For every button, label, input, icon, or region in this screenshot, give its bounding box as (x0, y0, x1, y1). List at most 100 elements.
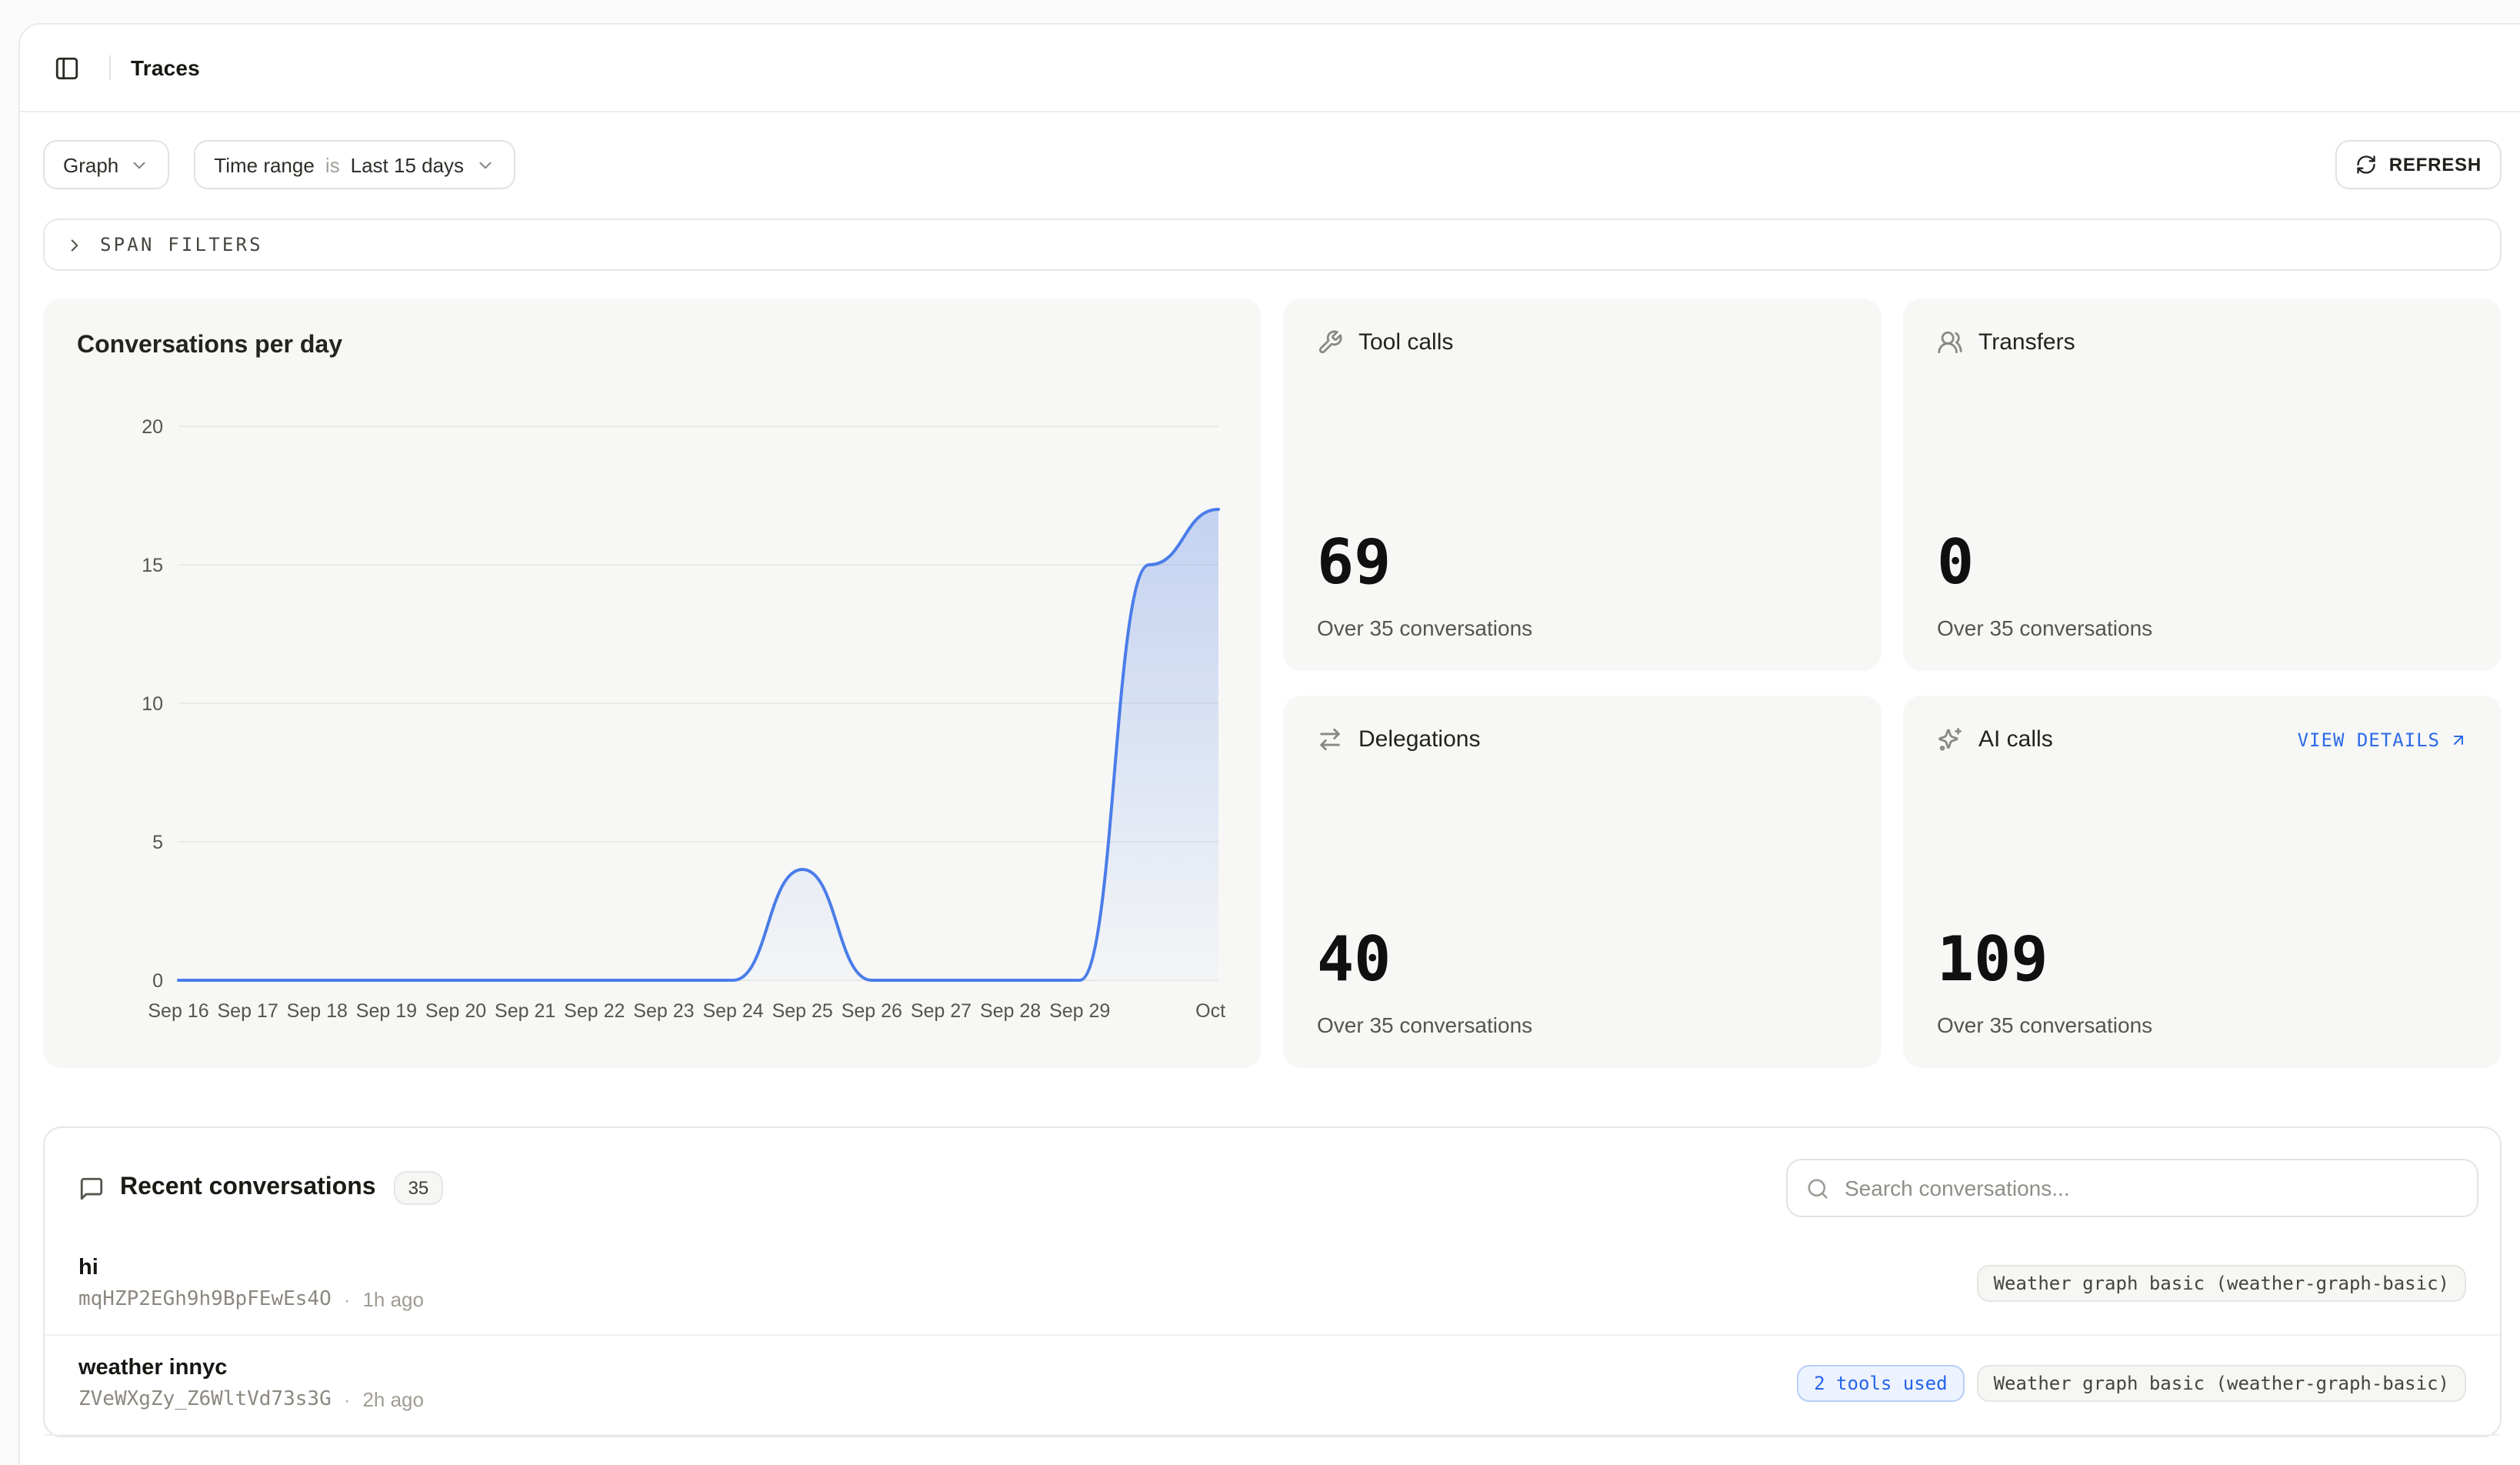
conversation-time: 2h ago (362, 1388, 424, 1411)
view-details-label: VIEW DETAILS (2298, 729, 2440, 750)
svg-text:Sep 29: Sep 29 (1049, 1000, 1110, 1022)
search-input[interactable] (1842, 1174, 2458, 1202)
conversation-id: mqHZP2EGh9h9BpFEwEs4O (78, 1288, 332, 1311)
header-divider (109, 55, 111, 80)
content-card: Traces Graph Time range is Last 15 days (18, 23, 2520, 1465)
conversations-chart: 0 5 10 15 20 Sep 16 Sep 17 Sep 18 Sep 19 Sep 20 S… (77, 372, 1228, 1034)
stat-card-value: 40 (1317, 929, 1848, 991)
time-range-operator: is (325, 153, 340, 176)
svg-text:Sep 16: Sep 16 (148, 1000, 208, 1022)
svg-text:Oct 1: Oct 1 (1195, 1000, 1228, 1022)
refresh-button-label: REFRESH (2389, 154, 2482, 175)
conversation-id: ZVeWXgZy_Z6WltVd73s3G (78, 1388, 332, 1411)
users-icon (1937, 329, 1963, 355)
svg-text:15: 15 (142, 555, 163, 576)
conversation-count-badge: 35 (395, 1171, 443, 1205)
stat-card-delegations: Delegations 40 Over 35 conversations (1283, 696, 1882, 1068)
wrench-icon (1317, 329, 1343, 355)
view-details-link[interactable]: VIEW DETAILS (2298, 729, 2468, 750)
conversation-row[interactable]: hi mqHZP2EGh9h9BpFEwEs4O · 1h ago Weathe… (45, 1236, 2500, 1336)
dashboard-grid: Conversations per day 0 5 10 15 20 Sep 16 Sep… (43, 299, 2502, 1068)
svg-text:Sep 20: Sep 20 (425, 1000, 486, 1022)
stat-card-value: 0 (1937, 532, 2468, 594)
message-square-icon (78, 1175, 105, 1201)
arrows-swap-icon (1317, 726, 1343, 753)
stat-card-header: Transfers (1937, 329, 2468, 355)
sparkles-icon (1937, 726, 1963, 753)
stat-card-value: 69 (1317, 532, 1848, 594)
span-filters-toggle[interactable]: SPAN FILTERS (43, 219, 2502, 271)
conversation-info: hi mqHZP2EGh9h9BpFEwEs4O · 1h ago (78, 1256, 424, 1311)
stat-card-label: AI calls (1978, 726, 2053, 753)
svg-text:Sep 25: Sep 25 (772, 1000, 833, 1022)
stat-card-header: Tool calls (1317, 329, 1848, 355)
svg-text:Sep 23: Sep 23 (633, 1000, 694, 1022)
stat-card-transfers: Transfers 0 Over 35 conversations (1903, 299, 2502, 671)
graph-dropdown[interactable]: Graph (43, 140, 169, 189)
agent-tag: Weather graph basic (weather-graph-basic… (1977, 1365, 2466, 1402)
svg-text:0: 0 (152, 970, 163, 992)
arrow-up-right-icon (2449, 730, 2468, 749)
search-icon (1806, 1176, 1829, 1200)
time-range-value: Last 15 days (351, 153, 464, 176)
stat-card-header: Delegations (1317, 726, 1848, 753)
time-range-dropdown[interactable]: Time range is Last 15 days (194, 140, 515, 189)
svg-text:Sep 26: Sep 26 (842, 1000, 902, 1022)
svg-text:5: 5 (152, 832, 163, 853)
recent-conversations-title: Recent conversations (120, 1174, 376, 1202)
page-title: Traces (131, 55, 200, 80)
stat-card-label: Tool calls (1358, 329, 1453, 355)
svg-text:Sep 21: Sep 21 (495, 1000, 555, 1022)
svg-text:20: 20 (142, 416, 163, 438)
search-box (1786, 1159, 2478, 1217)
conversation-time: 1h ago (362, 1288, 424, 1311)
stat-card-header: AI calls VIEW DETAILS (1937, 726, 2468, 753)
conversation-meta: ZVeWXgZy_Z6WltVd73s3G · 2h ago (78, 1388, 424, 1411)
conversation-title: weather innyc (78, 1356, 424, 1380)
tools-used-tag: 2 tools used (1797, 1365, 1964, 1402)
span-filters-label: SPAN FILTERS (100, 234, 263, 255)
stat-card-subtitle: Over 35 conversations (1937, 1013, 2468, 1037)
conversation-info: weather innyc ZVeWXgZy_Z6WltVd73s3G · 2h… (78, 1356, 424, 1411)
refresh-button[interactable]: REFRESH (2335, 140, 2502, 189)
svg-text:Sep 24: Sep 24 (702, 1000, 763, 1022)
graph-dropdown-label: Graph (63, 153, 118, 176)
stat-card-ai-calls: AI calls VIEW DETAILS 109 Over 35 conver… (1903, 696, 2502, 1068)
stat-card-subtitle: Over 35 conversations (1317, 1013, 1848, 1037)
conversation-title: hi (78, 1256, 424, 1280)
svg-text:Sep 19: Sep 19 (356, 1000, 417, 1022)
page-body: Graph Time range is Last 15 days (20, 140, 2520, 1437)
stat-cards-grid: Tool calls 69 Over 35 conversations Tran… (1283, 299, 2502, 1068)
stat-card-label: Delegations (1358, 726, 1480, 753)
svg-text:10: 10 (142, 693, 163, 715)
stat-card-subtitle: Over 35 conversations (1317, 616, 1848, 640)
chevron-down-icon (129, 155, 149, 175)
conversation-row[interactable]: weather innyc ZVeWXgZy_Z6WltVd73s3G · 2h… (45, 1336, 2500, 1436)
svg-text:Sep 22: Sep 22 (564, 1000, 625, 1022)
recent-conversations-header: Recent conversations 35 (45, 1128, 2500, 1236)
svg-text:Sep 18: Sep 18 (287, 1000, 348, 1022)
meta-separator: · (344, 1388, 351, 1411)
time-range-label: Time range (214, 153, 315, 176)
recent-conversations-card: Recent conversations 35 hi mqHZP2EGh9h9B… (43, 1126, 2502, 1437)
svg-text:Sep 28: Sep 28 (980, 1000, 1041, 1022)
traces-page: Traces Graph Time range is Last 15 days (0, 0, 2520, 1465)
panel-left-icon (53, 55, 79, 81)
stat-card-label: Transfers (1978, 329, 2075, 355)
chevron-right-icon (65, 235, 85, 255)
svg-text:Sep 17: Sep 17 (218, 1000, 278, 1022)
conversation-tags: 2 tools used Weather graph basic (weathe… (1797, 1365, 2466, 1402)
meta-separator: · (344, 1288, 351, 1311)
chevron-down-icon (475, 155, 495, 175)
app-header: Traces (20, 25, 2520, 112)
stat-card-value: 109 (1937, 929, 2468, 991)
sidebar-toggle-button[interactable] (43, 45, 89, 91)
chart-title: Conversations per day (77, 332, 1228, 360)
conversation-meta: mqHZP2EGh9h9BpFEwEs4O · 1h ago (78, 1288, 424, 1311)
stat-card-tool-calls: Tool calls 69 Over 35 conversations (1283, 299, 1882, 671)
conversations-chart-card: Conversations per day 0 5 10 15 20 Sep 16 Sep… (43, 299, 1262, 1068)
svg-text:Sep 27: Sep 27 (911, 1000, 972, 1022)
stat-card-subtitle: Over 35 conversations (1937, 616, 2468, 640)
refresh-icon (2355, 154, 2377, 175)
agent-tag: Weather graph basic (weather-graph-basic… (1977, 1265, 2466, 1302)
